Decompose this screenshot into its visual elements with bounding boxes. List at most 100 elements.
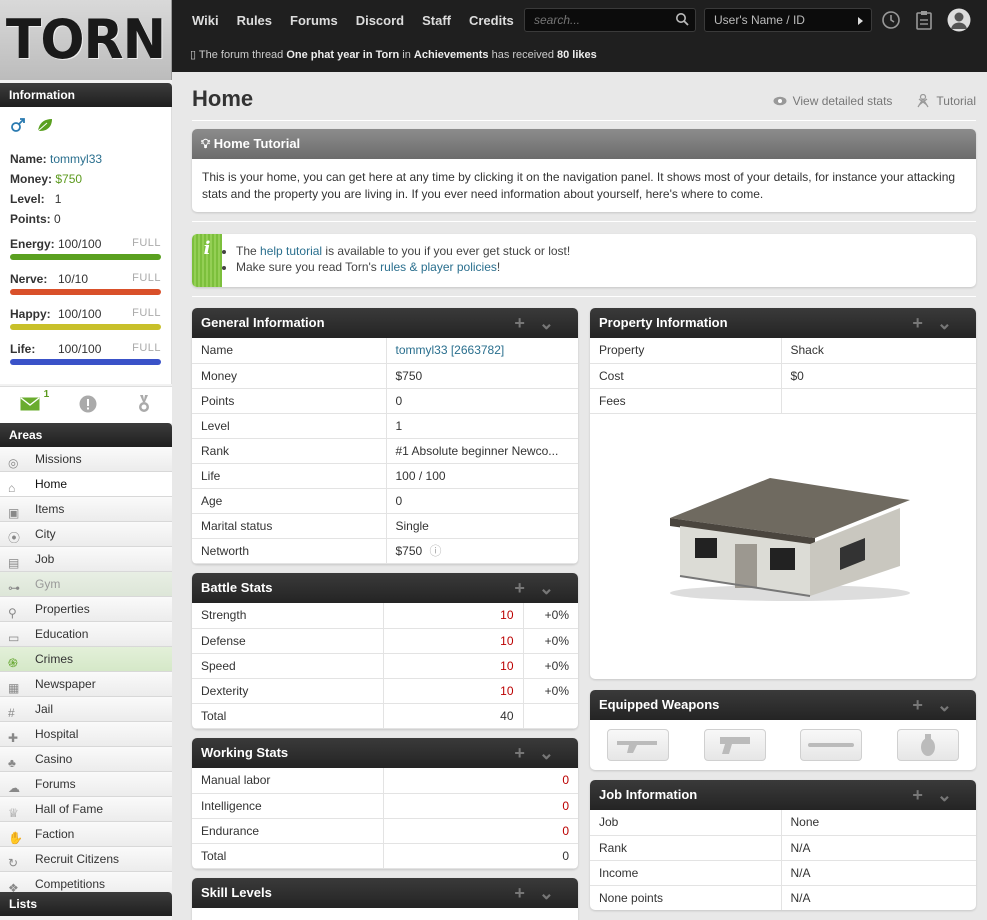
row-value: 10	[383, 678, 524, 704]
panel-controls[interactable]: +⌄	[514, 878, 568, 908]
sidebar-item-label: Newspaper	[35, 677, 96, 691]
lightbulb-icon: 💡︎	[201, 136, 211, 151]
user-search-field[interactable]: User's Name / ID	[704, 8, 872, 32]
sidebar-item-hospital[interactable]: ✚ Hospital	[0, 722, 172, 747]
male-icon[interactable]	[10, 117, 26, 136]
nav-staff[interactable]: Staff	[422, 13, 451, 28]
eye-icon	[773, 96, 787, 106]
info-tooltip-icon[interactable]: ⓘ	[426, 544, 442, 558]
view-stats-label: View detailed stats	[792, 94, 893, 108]
sidebar-item-hall-of-fame[interactable]: ♕ Hall of Fame	[0, 797, 172, 822]
go-arrow-icon[interactable]	[858, 17, 863, 25]
property-header[interactable]: Property Information +⌄	[590, 308, 976, 338]
torn-logo[interactable]: TORN	[0, 0, 172, 80]
stat-bar-happy[interactable]: Happy: 100/100 FULL	[10, 307, 161, 334]
table-row: Dexterity 10 +0%	[192, 678, 578, 704]
row-label: Money	[192, 363, 387, 389]
panel-controls[interactable]: +⌄	[514, 738, 568, 768]
battle-stats-header[interactable]: Battle Stats +⌄	[192, 573, 578, 603]
tip-text: The	[236, 244, 257, 258]
row-label: Rank	[192, 438, 387, 464]
ticker-forum[interactable]: Achievements	[414, 49, 489, 61]
skill-levels-header[interactable]: Skill Levels +⌄	[192, 878, 578, 908]
secondary-weapon-slot[interactable]	[703, 729, 766, 761]
row-label: Name	[192, 338, 387, 364]
tutorial-title: Home Tutorial	[213, 136, 301, 151]
row-value[interactable]: tommyl33 [2663782]	[386, 338, 578, 364]
table-row: Rank #1 Absolute beginner Newco...	[192, 438, 578, 464]
name-value[interactable]: tommyl33	[50, 152, 102, 166]
job-header[interactable]: Job Information +⌄	[590, 780, 976, 810]
row-value: 10	[383, 603, 524, 629]
tutorial-link[interactable]: Tutorial	[916, 94, 976, 108]
sidebar-item-newspaper[interactable]: ▦ Newspaper	[0, 672, 172, 697]
sidebar-item-city[interactable]: ⦿ City	[0, 522, 172, 547]
panel-controls[interactable]: +⌄	[514, 308, 568, 338]
nav-rules[interactable]: Rules	[237, 13, 272, 28]
search-box	[524, 8, 696, 32]
envelope-icon[interactable]: 1	[20, 389, 49, 414]
sidebar-item-faction[interactable]: ✋ Faction	[0, 822, 172, 847]
melee-weapon-slot[interactable]	[800, 729, 863, 761]
panel-controls[interactable]: +⌄	[912, 690, 966, 720]
row-label: Age	[192, 488, 387, 514]
stat-bar-nerve[interactable]: Nerve: 10/10 FULL	[10, 272, 161, 299]
sidebar-item-home[interactable]: ⌂ Home	[0, 472, 172, 497]
nav-discord[interactable]: Discord	[356, 13, 404, 28]
search-input[interactable]	[525, 9, 665, 31]
sidebar-item-jail[interactable]: # Jail	[0, 697, 172, 722]
working-stats-header[interactable]: Working Stats +⌄	[192, 738, 578, 768]
sidebar-item-forums[interactable]: ☁ Forums	[0, 772, 172, 797]
row-value: 10	[383, 628, 524, 654]
medal-icon[interactable]	[136, 394, 152, 416]
stat-bar-life[interactable]: Life: 100/100 FULL	[10, 342, 161, 369]
bar-status: FULL	[132, 342, 161, 354]
primary-weapon-slot[interactable]	[607, 729, 670, 761]
help-tutorial-link[interactable]: help tutorial	[260, 244, 322, 258]
leaf-icon[interactable]	[36, 117, 54, 136]
sidebar-item-label: City	[35, 527, 56, 541]
sidebar-item-casino[interactable]: ♣ Casino	[0, 747, 172, 772]
panel-controls[interactable]: +⌄	[912, 308, 966, 338]
melee-icon	[808, 743, 855, 747]
row-value	[781, 388, 976, 414]
news-ticker[interactable]: ▯ The forum thread One phat year in Torn…	[190, 48, 597, 61]
row-label: Strength	[192, 603, 384, 629]
panel-controls[interactable]: +⌄	[514, 573, 568, 603]
panel-controls[interactable]: +⌄	[912, 780, 966, 810]
avatar[interactable]	[947, 8, 971, 35]
nav-forums[interactable]: Forums	[290, 13, 338, 28]
name-label: Name:	[10, 152, 47, 166]
temporary-weapon-slot[interactable]	[896, 729, 959, 761]
sidebar-item-properties[interactable]: ⚲ Properties	[0, 597, 172, 622]
sidebar-item-recruit-citizens[interactable]: ↻ Recruit Citizens	[0, 847, 172, 872]
sidebar-item-job[interactable]: ▤ Job	[0, 547, 172, 572]
table-row: Strength 10 +0%	[192, 603, 578, 629]
stat-bar-energy[interactable]: Energy: 100/100 FULL	[10, 237, 161, 264]
sidebar-item-gym[interactable]: ⊶ Gym	[0, 572, 172, 597]
ticker-suffix: has received	[491, 49, 554, 61]
alert-icon[interactable]	[79, 395, 97, 416]
clock-icon[interactable]	[881, 10, 901, 33]
sidebar-item-crimes[interactable]: ֍ Crimes	[0, 647, 172, 672]
view-stats-link[interactable]: View detailed stats	[773, 94, 893, 108]
weapons-header[interactable]: Equipped Weapons +⌄	[590, 690, 976, 720]
clipboard-icon[interactable]	[915, 10, 933, 33]
general-info-header[interactable]: General Information +⌄	[192, 308, 578, 338]
row-value: N/A	[781, 885, 976, 910]
search-icon[interactable]	[675, 12, 689, 29]
nav-credits[interactable]: Credits	[469, 13, 514, 28]
skill-levels-panel: Skill Levels +⌄	[192, 878, 578, 920]
nav-wiki[interactable]: Wiki	[192, 13, 219, 28]
status-icons	[10, 115, 161, 137]
shack-image[interactable]	[650, 468, 915, 611]
table-row: Income N/A	[590, 860, 976, 886]
rules-link[interactable]: rules & player policies	[380, 260, 497, 274]
sidebar-item-label: Education	[35, 627, 89, 641]
sidebar-item-missions[interactable]: ◎ Missions	[0, 447, 172, 472]
row-label: Endurance	[192, 818, 384, 844]
sidebar-item-items[interactable]: ▣ Items	[0, 497, 172, 522]
tutorial-header[interactable]: 💡︎ Home Tutorial	[192, 129, 976, 159]
sidebar-item-education[interactable]: ▭ Education	[0, 622, 172, 647]
ticker-thread[interactable]: One phat year in Torn	[286, 49, 399, 61]
